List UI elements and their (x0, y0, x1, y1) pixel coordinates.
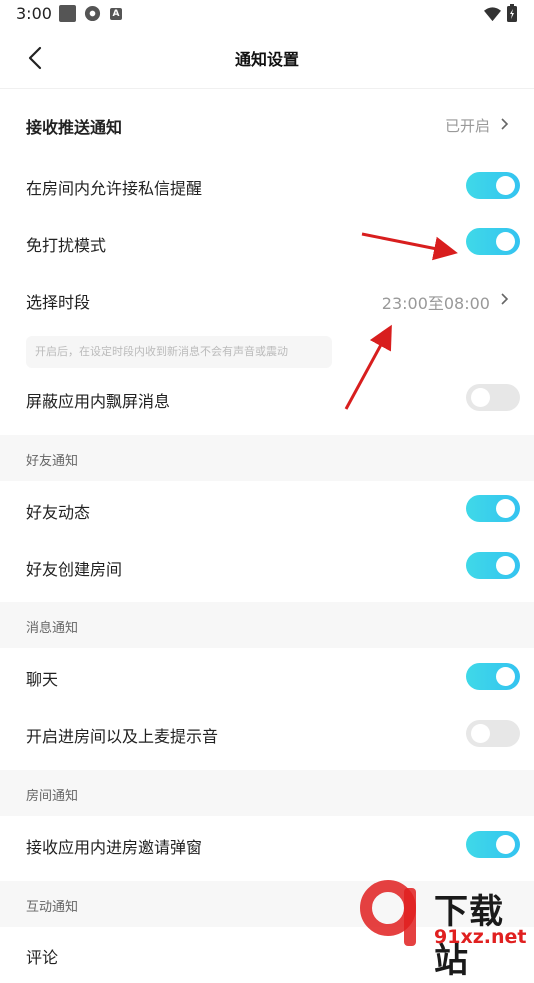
chevron-right-icon (501, 293, 509, 305)
room-invite-popup-label: 接收应用内进房邀请弹窗 (26, 838, 203, 857)
dnd-mode-row: 免打扰模式 (0, 215, 534, 271)
status-time: 3:00 (16, 4, 52, 23)
room-entry-sound-label: 开启进房间以及上麦提示音 (26, 727, 219, 746)
room-entry-sound-row: 开启进房间以及上麦提示音 (0, 705, 534, 761)
toggle-knob (496, 667, 515, 686)
friend-create-room-label: 好友创建房间 (26, 560, 123, 579)
receive-push-row[interactable]: 接收推送通知 已开启 (0, 96, 534, 152)
room-private-msg-row: 在房间内允许接私信提醒 (0, 158, 534, 214)
toggle-knob (471, 388, 490, 407)
room-invite-popup-row: 接收应用内进房邀请弹窗 (0, 816, 534, 872)
nav-bar: 通知设置 (0, 28, 534, 89)
chevron-right-icon (501, 118, 509, 130)
chat-toggle[interactable] (466, 663, 520, 690)
dnd-mode-toggle[interactable] (466, 228, 520, 255)
time-period-label: 选择时段 (26, 293, 91, 312)
toggle-knob (496, 176, 515, 195)
chat-row: 聊天 (0, 648, 534, 704)
section-title: 互动通知 (26, 900, 79, 915)
block-float-label: 屏蔽应用内飘屏消息 (26, 392, 171, 411)
friend-create-room-row: 好友创建房间 (0, 538, 534, 594)
friend-activity-toggle[interactable] (466, 495, 520, 522)
friend-create-room-toggle[interactable] (466, 552, 520, 579)
wifi-icon (484, 7, 501, 22)
room-entry-sound-toggle[interactable] (466, 720, 520, 747)
room-invite-popup-toggle[interactable] (466, 831, 520, 858)
section-room: 房间通知 (0, 770, 534, 816)
square-icon (59, 5, 76, 22)
a-icon: A (110, 8, 122, 20)
dnd-mode-label: 免打扰模式 (26, 236, 107, 255)
block-float-row: 屏蔽应用内飘屏消息 (0, 370, 534, 426)
toggle-knob (471, 724, 490, 743)
section-title: 房间通知 (26, 789, 79, 804)
section-title: 好友通知 (26, 454, 79, 469)
toggle-knob (496, 556, 515, 575)
watermark-emblem-icon (360, 880, 416, 946)
room-private-msg-label: 在房间内允许接私信提醒 (26, 179, 203, 198)
receive-push-status: 已开启 (444, 117, 490, 135)
section-friends: 好友通知 (0, 435, 534, 481)
toggle-knob (496, 835, 515, 854)
friend-activity-label: 好友动态 (26, 503, 91, 522)
battery-icon (507, 4, 517, 22)
room-private-msg-toggle[interactable] (466, 172, 520, 199)
dnd-hint: 开启后，在设定时段内收到新消息不会有声音或震动 (26, 336, 332, 368)
section-title: 消息通知 (26, 621, 79, 636)
page-title: 通知设置 (234, 50, 299, 69)
chat-label: 聊天 (26, 670, 59, 689)
time-period-value: 23:00至08:00 (381, 294, 490, 313)
gear-icon (84, 5, 101, 22)
watermark-logo: 下载站 91xz.net (356, 878, 534, 981)
comment-label: 评论 (26, 948, 59, 967)
friend-activity-row: 好友动态 (0, 481, 534, 537)
receive-push-label: 接收推送通知 (26, 118, 123, 137)
section-messages: 消息通知 (0, 602, 534, 648)
status-bar: 3:00 A (0, 0, 534, 28)
time-period-row[interactable]: 选择时段 23:00至08:00 (0, 272, 534, 328)
block-float-toggle[interactable] (466, 384, 520, 411)
toggle-knob (496, 232, 515, 251)
watermark-url: 91xz.net (434, 926, 527, 948)
toggle-knob (496, 499, 515, 518)
